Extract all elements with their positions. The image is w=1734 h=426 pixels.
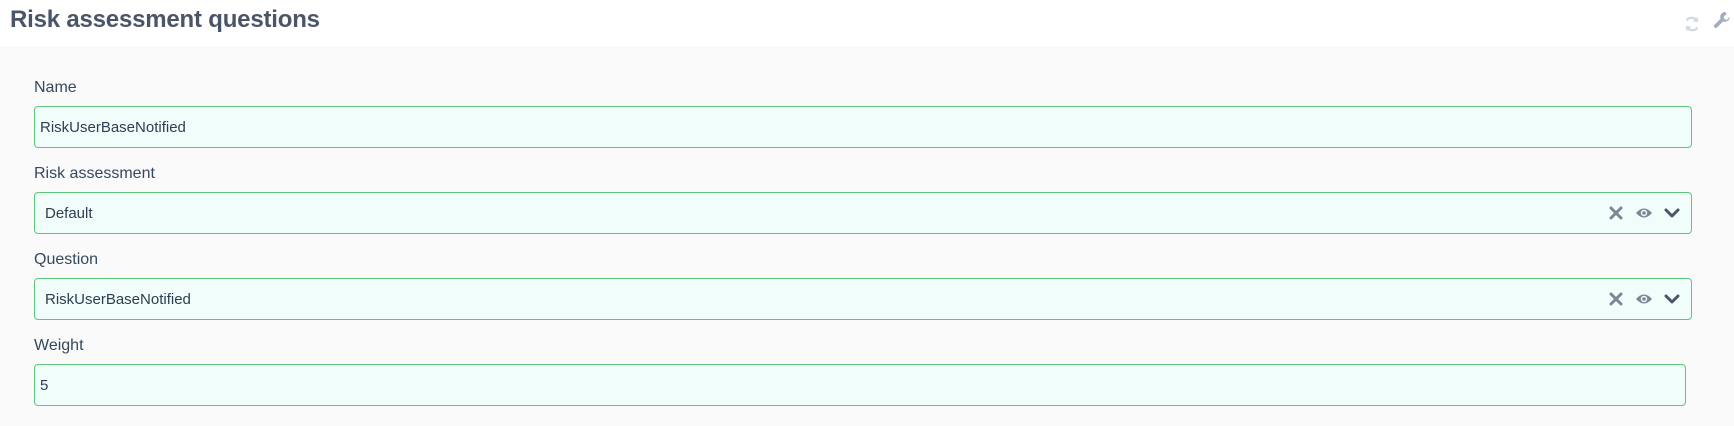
chevron-down-icon[interactable] bbox=[1663, 290, 1681, 308]
question-value: RiskUserBaseNotified bbox=[45, 290, 191, 308]
clear-icon[interactable] bbox=[1607, 204, 1625, 222]
weight-field[interactable] bbox=[34, 364, 1686, 406]
form-panel: Name Risk assessment Default bbox=[0, 46, 1734, 426]
eye-icon[interactable] bbox=[1635, 204, 1653, 222]
weight-label: Weight bbox=[34, 337, 84, 354]
wrench-icon[interactable] bbox=[1710, 8, 1734, 32]
name-input[interactable] bbox=[35, 107, 1691, 147]
refresh-icon[interactable] bbox=[1680, 12, 1704, 36]
risk-assessment-actions bbox=[1607, 204, 1691, 222]
name-label: Name bbox=[34, 79, 77, 96]
question-actions bbox=[1607, 290, 1691, 308]
page-header: Risk assessment questions bbox=[0, 0, 1734, 46]
name-field[interactable] bbox=[34, 106, 1692, 148]
clear-icon[interactable] bbox=[1607, 290, 1625, 308]
risk-assessment-select[interactable]: Default bbox=[34, 192, 1692, 234]
header-tools bbox=[1680, 6, 1734, 36]
page-title: Risk assessment questions bbox=[10, 6, 320, 33]
risk-assessment-value: Default bbox=[45, 204, 93, 222]
question-label: Question bbox=[34, 251, 99, 268]
question-select[interactable]: RiskUserBaseNotified bbox=[34, 278, 1692, 320]
risk-assessment-label: Risk assessment bbox=[34, 165, 155, 182]
weight-input[interactable] bbox=[35, 365, 1685, 405]
eye-icon[interactable] bbox=[1635, 290, 1653, 308]
chevron-down-icon[interactable] bbox=[1663, 204, 1681, 222]
